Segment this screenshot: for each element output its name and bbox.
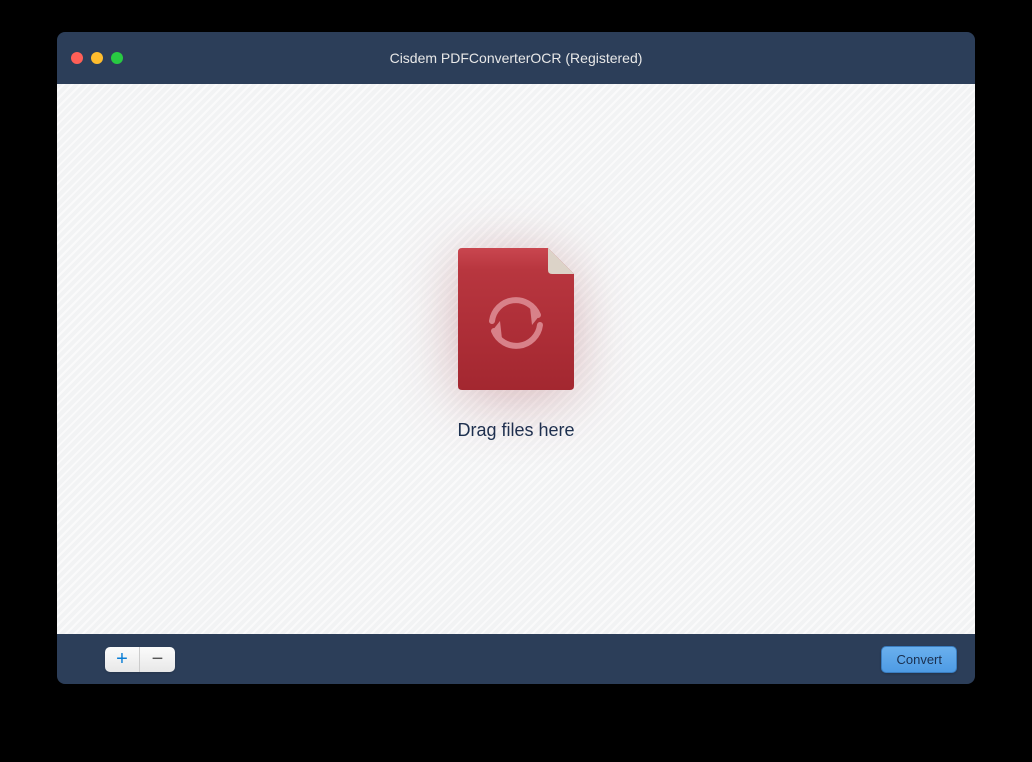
close-button[interactable] xyxy=(71,52,83,64)
file-convert-icon xyxy=(458,248,574,390)
minus-icon: − xyxy=(152,649,164,669)
titlebar: Cisdem PDFConverterOCR (Registered) xyxy=(57,32,975,84)
drop-indicator: Drag files here xyxy=(457,248,574,441)
remove-file-button[interactable]: − xyxy=(140,647,175,672)
add-remove-segment: + − xyxy=(105,647,175,672)
window-title: Cisdem PDFConverterOCR (Registered) xyxy=(57,50,975,66)
zoom-button[interactable] xyxy=(111,52,123,64)
drop-hint-text: Drag files here xyxy=(457,420,574,441)
plus-icon: + xyxy=(116,649,128,669)
minimize-button[interactable] xyxy=(91,52,103,64)
traffic-lights xyxy=(57,52,123,64)
drop-zone[interactable]: Drag files here xyxy=(57,84,975,634)
add-file-button[interactable]: + xyxy=(105,647,140,672)
app-window: Cisdem PDFConverterOCR (Registered) xyxy=(57,32,975,684)
convert-button[interactable]: Convert xyxy=(881,646,957,673)
bottom-toolbar: + − Convert xyxy=(57,634,975,684)
